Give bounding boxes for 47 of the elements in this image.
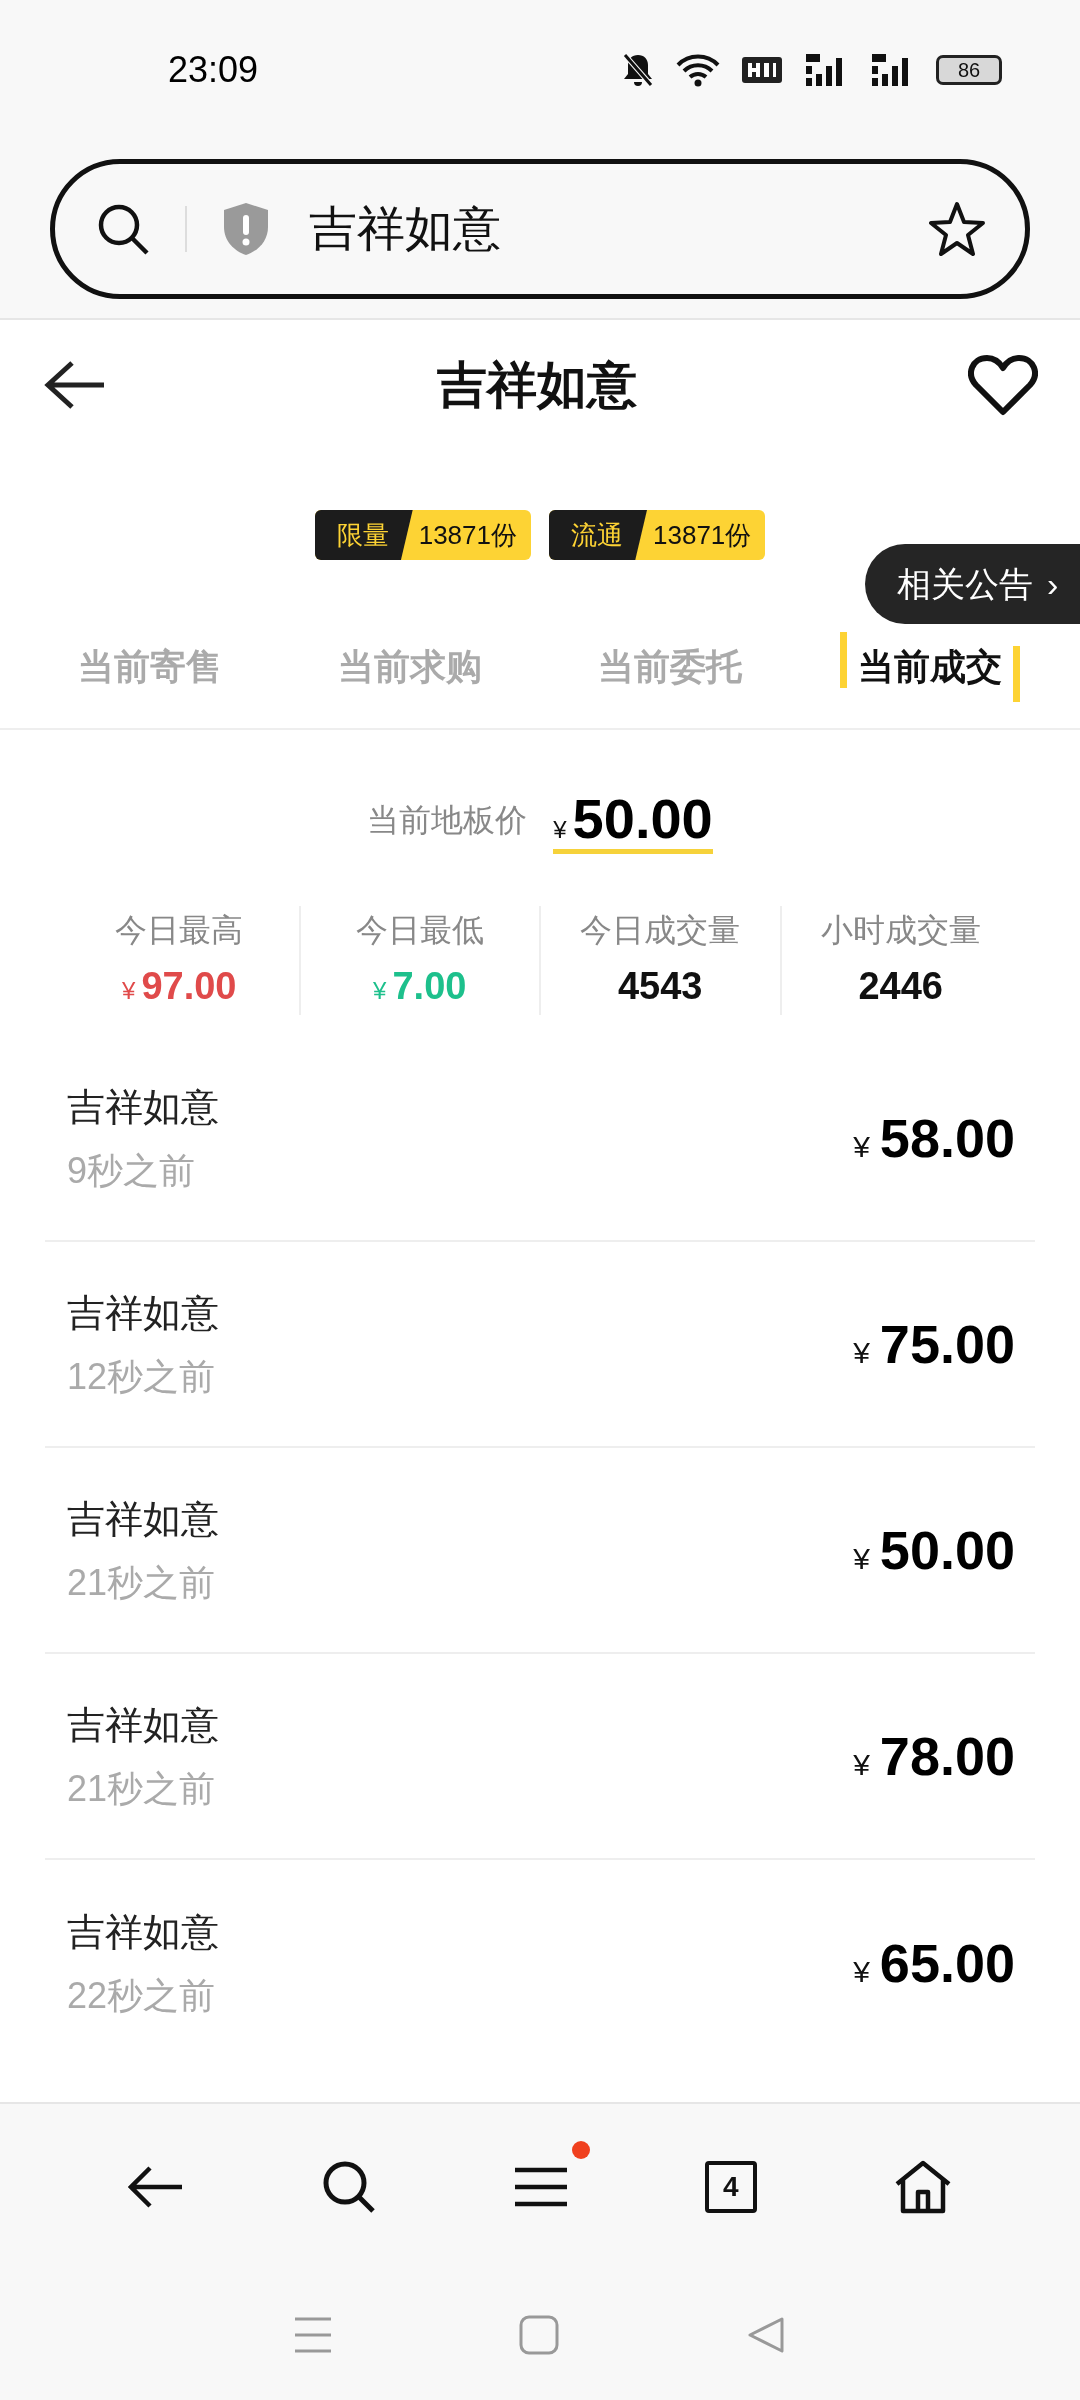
badge-value: 13871份 [652,518,753,552]
trade-price: ¥ 65.00 [853,1931,1015,1995]
trade-price: ¥ 50.00 [853,1518,1015,1582]
trade-time: 21秒之前 [67,1766,217,1811]
notice-button[interactable]: 相关公告 › [865,544,1080,624]
stat-label: 今日最高 [115,910,244,950]
home-square-icon[interactable] [519,2315,559,2355]
trade-price: ¥ 58.00 [853,1106,1015,1170]
hd-icon [742,55,782,85]
page-title: 吉祥如意 [437,355,637,415]
muted-bell-icon [622,52,654,88]
stat-label: 小时成交量 [820,910,981,950]
back-triangle-icon[interactable] [746,2316,787,2354]
star-icon[interactable] [927,200,987,258]
trade-name: 吉祥如意 [67,1496,219,1542]
badge-label: 流通 [549,510,647,560]
trade-name: 吉祥如意 [67,1084,219,1130]
trade-price: ¥ 78.00 [853,1724,1015,1788]
wifi-icon [676,53,720,87]
address-field[interactable]: 吉祥如意 [50,159,1030,299]
trade-time: 9秒之前 [67,1148,197,1193]
trade-price: ¥ 75.00 [853,1312,1015,1376]
stat-value: 2446 [858,963,943,1009]
stat-label: 今日成交量 [580,910,741,950]
stat-value: ¥7.00 [373,963,467,1009]
back-arrow-icon[interactable] [128,2165,185,2209]
stat-label: 今日最低 [355,910,484,950]
stat-value: ¥97.00 [122,963,237,1009]
menu-icon[interactable] [514,2167,568,2207]
trade-time: 22秒之前 [67,1973,217,2018]
tab[interactable]: 当前成交 [840,632,1020,702]
clock-time: 23:09 [168,48,259,92]
heart-icon[interactable] [968,354,1038,416]
stat-value: 4543 [617,963,703,1009]
trade-name: 吉祥如意 [67,1290,219,1336]
badge-label: 限量 [314,510,413,560]
trade-time: 21秒之前 [67,1560,217,1605]
trade-name: 吉祥如意 [67,1909,219,1955]
tab-count-button[interactable]: 4 [704,2161,757,2213]
floor-price-label: 当前地板价 [367,801,528,840]
trade-time: 12秒之前 [67,1354,217,1399]
floor-price: ¥50.00 [553,791,713,854]
battery-indicator: 86 [936,55,1002,85]
trade-name: 吉祥如意 [67,1702,219,1748]
shield-icon [221,201,271,257]
home-icon[interactable] [893,2160,952,2214]
badge-value: 13871份 [417,518,518,552]
